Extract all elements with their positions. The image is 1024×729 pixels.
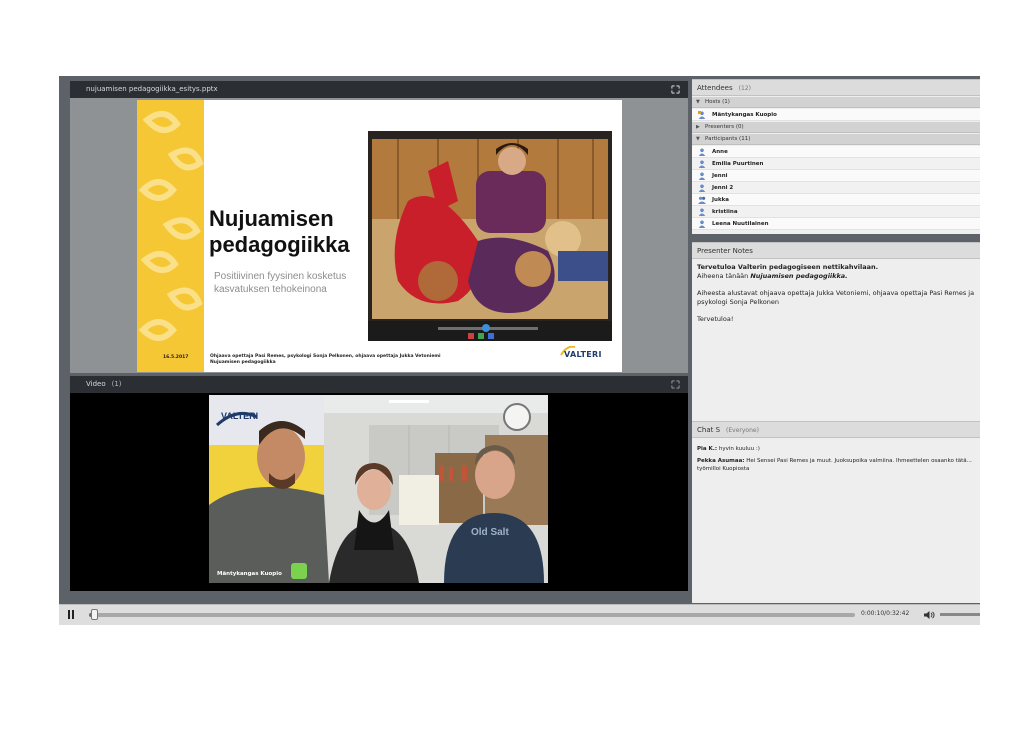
triangle-down-icon: ▼ <box>696 136 700 142</box>
attendee-name: Jenni <box>712 173 728 179</box>
group-person-icon <box>698 196 706 204</box>
attendee-name: Emilia Puurtinen <box>712 161 764 167</box>
playback-time: 0:00:10/0:32:42 <box>861 610 910 617</box>
pause-icon[interactable] <box>67 610 77 620</box>
slide-footer: Ohjaava opettaja Pasi Remes, psykologi S… <box>210 354 441 365</box>
notes-line: Tervetuloa Valterin pedagogiseen nettika… <box>697 263 879 271</box>
attendee-name: Jenni 2 <box>712 185 734 191</box>
attendee-row[interactable]: Jenni 2 <box>692 182 980 194</box>
share-area: Nujuamisen pedagogiikka Positiivinen fyy… <box>70 98 688 373</box>
video-area: Old Salt VALTERI Mäntykangas Kuopio <box>70 393 688 591</box>
section-presenters[interactable]: ▶ Presenters (0) <box>692 122 980 133</box>
attendee-row[interactable]: Emilia Puurtinen <box>692 158 980 170</box>
pod-divider <box>692 234 980 242</box>
slide-decoration-band <box>137 100 204 372</box>
section-label: Participants (11) <box>705 136 751 142</box>
person-icon <box>698 208 706 216</box>
attendee-row[interactable]: Jukka <box>692 194 980 206</box>
attendee-name: Leena Nuutilainen <box>712 221 769 227</box>
triangle-down-icon: ▼ <box>696 99 700 105</box>
slide-date: 16.5.2017 <box>163 355 189 360</box>
attendee-row[interactable]: Jenni <box>692 170 980 182</box>
chat-messages: Pia K.: hyvin kuuluu :) Pekka Asumaa: He… <box>697 445 979 477</box>
chat-text: hyvin kuuluu :) <box>718 446 760 452</box>
seek-track[interactable] <box>89 613 855 617</box>
meeting-window: nujuamisen pedagogiikka_esitys.pptx Nuju… <box>59 76 980 625</box>
chat-title: Chat S <box>697 426 721 434</box>
notes-line: Aiheesta alustavat ohjaava opettaja Jukk… <box>697 289 975 306</box>
section-participants[interactable]: ▼ Participants (11) <box>692 134 980 145</box>
attendee-row[interactable]: Anne <box>692 146 980 158</box>
host-person-icon <box>698 111 706 119</box>
chat-header: Chat S (Everyone) <box>692 421 980 438</box>
person-icon <box>698 172 706 180</box>
person-icon <box>698 220 706 228</box>
attendees-count: (12) <box>738 85 751 92</box>
expand-icon[interactable] <box>671 85 680 94</box>
person-icon <box>698 160 706 168</box>
webcam-feed: Old Salt VALTERI Mäntykangas Kuopio <box>209 395 548 583</box>
banner-logo: VALTERI <box>221 411 259 421</box>
person-icon <box>698 148 706 156</box>
attendees-title: Attendees <box>697 84 733 92</box>
attendee-name: kristiina <box>712 209 738 215</box>
chat-scope[interactable]: (Everyone) <box>726 427 759 434</box>
video-pod-header: Video (1) <box>70 376 688 393</box>
attendee-row[interactable]: Leena Nuutilainen <box>692 218 980 230</box>
video-pod-title: Video <box>86 380 106 388</box>
attendees-header: Attendees (12) <box>692 79 980 96</box>
presenter-notes-title: Presenter Notes <box>697 247 753 255</box>
video-pod-count: (1) <box>111 380 122 388</box>
seek-handle[interactable] <box>90 609 98 620</box>
slide-logo: VALTERI <box>564 350 602 359</box>
attendee-row-host[interactable]: Mäntykangas Kuopio <box>692 109 980 121</box>
triangle-right-icon: ▶ <box>696 124 700 130</box>
chat-message: Pia K.: hyvin kuuluu :) <box>697 445 979 453</box>
share-pod: nujuamisen pedagogiikka_esitys.pptx Nuju… <box>70 81 688 373</box>
attendee-name: Jukka <box>712 197 729 203</box>
attendee-name: Mäntykangas Kuopio <box>712 112 777 118</box>
volume-icon[interactable] <box>923 610 935 620</box>
attendee-name: Anne <box>712 149 728 155</box>
svg-text:Old Salt: Old Salt <box>471 527 509 538</box>
share-pod-header: nujuamisen pedagogiikka_esitys.pptx <box>70 81 688 98</box>
right-panel: Attendees (12) ▼ Hosts (1) Mäntykangas Ku… <box>692 79 980 603</box>
playback-bar: 0:00:10/0:32:42 <box>59 604 980 625</box>
section-label: Hosts (1) <box>705 99 730 105</box>
person-icon <box>698 184 706 192</box>
presenter-notes-body: Tervetuloa Valterin pedagogiseen nettika… <box>697 263 979 332</box>
presentation-slide: Nujuamisen pedagogiikka Positiivinen fyy… <box>137 100 622 372</box>
section-label: Presenters (0) <box>705 124 744 130</box>
slide-title: Nujuamisen pedagogiikka <box>209 206 350 257</box>
chat-author: Pekka Asumaa: <box>697 458 745 464</box>
section-hosts[interactable]: ▼ Hosts (1) <box>692 97 980 108</box>
notes-topic: Nujuamisen pedagogiikka. <box>750 272 848 280</box>
chat-author: Pia K.: <box>697 446 718 452</box>
slide-embedded-video <box>368 131 612 341</box>
presenter-notes-header: Presenter Notes <box>692 242 980 259</box>
attendee-row[interactable]: kristiina <box>692 206 980 218</box>
expand-icon[interactable] <box>671 380 680 389</box>
notes-line: Aiheena tänään <box>697 272 751 280</box>
chat-message: Pekka Asumaa: Hei Sensei Pasi Remes ja m… <box>697 457 979 473</box>
slide-subtitle: Positiivinen fyysinen kosketus kasvatuks… <box>214 271 347 295</box>
notes-line: Tervetuloa! <box>697 315 734 323</box>
volume-slider[interactable] <box>940 613 980 616</box>
share-pod-title: nujuamisen pedagogiikka_esitys.pptx <box>86 85 218 93</box>
camera-label: Mäntykangas Kuopio <box>217 571 282 577</box>
video-pod: Video (1) Old Salt VALTERI Mäntykangas K… <box>70 376 688 591</box>
